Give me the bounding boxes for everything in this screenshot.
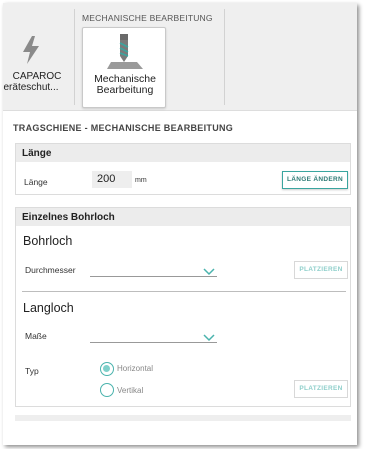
lightning-bolt-icon <box>20 35 42 70</box>
ribbon-divider <box>74 9 75 105</box>
panel-title: TRAGSCHIENE - MECHANISCHE BEARBEITUNG <box>13 123 234 133</box>
langloch-title: Langloch <box>23 301 74 315</box>
horizontal-radio-label: Horizontal <box>117 364 154 373</box>
ribbon-group-title: MECHANISCHE BEARBEITUNG <box>82 13 213 23</box>
change-length-button[interactable]: LÄNGE ÄNDERN <box>282 171 348 189</box>
section-divider <box>22 291 346 292</box>
caparoc-tool-sublabel: eräteschut... <box>3 82 59 93</box>
place-drill-hole-button[interactable]: PLATZIEREN <box>294 261 348 279</box>
caparoc-tool-label: CAPAROC <box>12 71 62 82</box>
drill-bit-icon <box>107 32 143 77</box>
horizontal-radio[interactable] <box>100 362 114 376</box>
app-window: CAPAROC eräteschut... MECHANISCHE BEARBE… <box>3 3 357 445</box>
type-label: Typ <box>25 366 39 376</box>
single-drill-hole-section: Einzelnes Bohrloch Bohrloch Durchmesser … <box>15 207 351 407</box>
length-field-label: Länge <box>24 177 48 187</box>
vertical-radio-label: Vertikal <box>117 386 144 395</box>
place-slot-button[interactable]: PLATZIEREN <box>294 380 348 398</box>
length-unit: mm <box>135 177 147 184</box>
mechanical-processing-button[interactable]: Mechanische Bearbeitung <box>82 27 166 108</box>
length-input[interactable]: 200 <box>92 171 132 188</box>
caparoc-tool-button[interactable]: CAPAROC eräteschut... <box>3 25 71 103</box>
length-section-heading: Länge <box>16 144 350 162</box>
length-section: Länge Länge 200 mm LÄNGE ÄNDERN <box>15 143 351 195</box>
diameter-select[interactable] <box>90 259 217 277</box>
single-drill-hole-heading: Einzelnes Bohrloch <box>16 208 350 226</box>
ribbon-toolbar: CAPAROC eräteschut... MECHANISCHE BEARBE… <box>3 3 357 111</box>
chevron-down-icon <box>203 329 215 347</box>
dimensions-select[interactable] <box>90 325 217 343</box>
ribbon-divider <box>224 9 225 105</box>
vertical-radio[interactable] <box>100 383 114 397</box>
diameter-label: Durchmesser <box>25 265 76 275</box>
dimensions-label: Maße <box>25 331 47 341</box>
section-placeholder-bar <box>15 415 351 421</box>
chevron-down-icon <box>203 263 215 281</box>
bohrloch-title: Bohrloch <box>23 234 73 248</box>
mechanical-processing-sublabel: Bearbeitung <box>96 84 154 96</box>
